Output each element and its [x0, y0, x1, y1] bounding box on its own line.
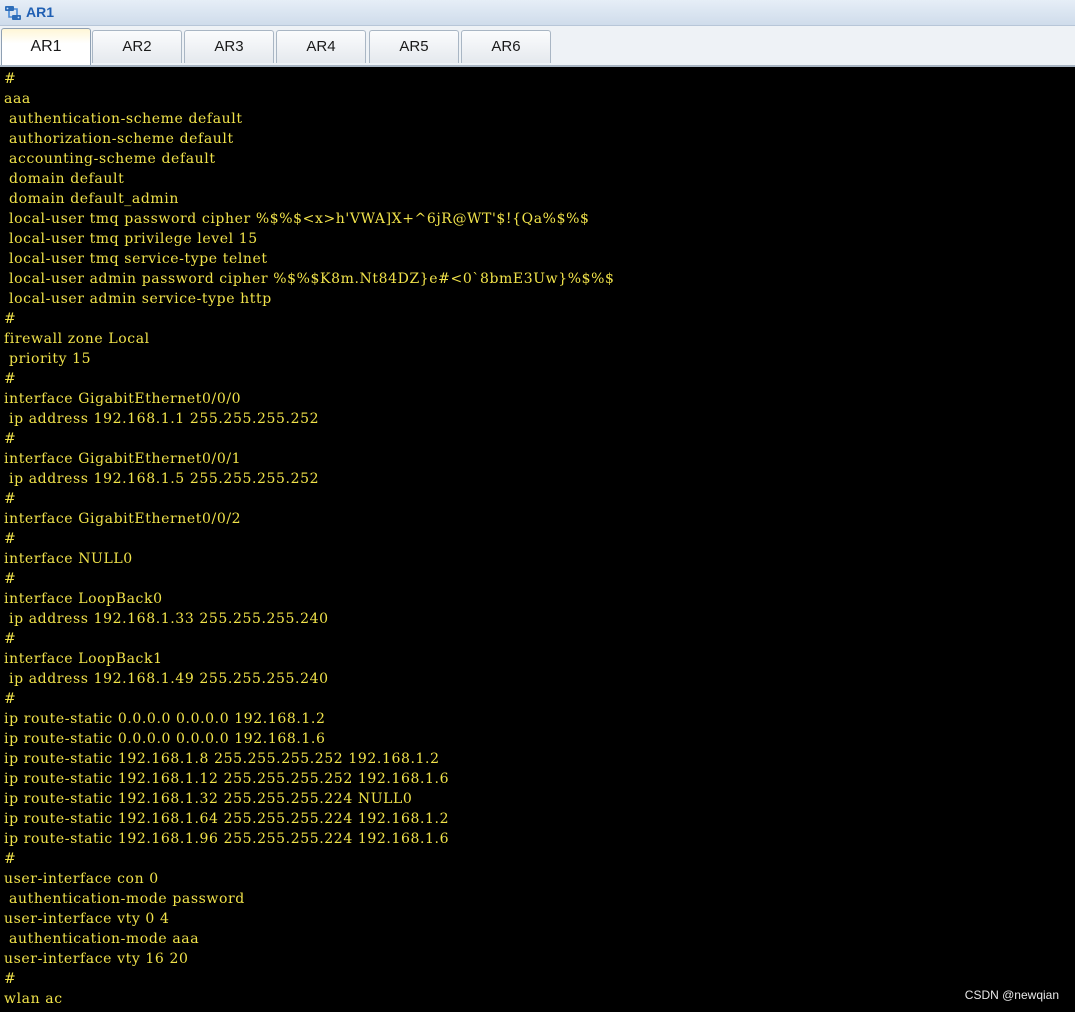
config-line: ip route-static 192.168.1.96 255.255.255… — [4, 831, 450, 847]
device-tab-bar: AR1 AR2 AR3 AR4 AR5 AR6 — [0, 26, 1075, 67]
config-line: authentication-scheme default — [4, 111, 243, 127]
config-line: ip address 192.168.1.5 255.255.255.252 — [4, 471, 320, 487]
config-line: # — [4, 491, 17, 507]
config-line: interface NULL0 — [4, 551, 133, 567]
config-line: # — [4, 431, 17, 447]
config-line: # — [4, 971, 17, 987]
tab-ar4[interactable]: AR4 — [276, 30, 366, 63]
config-line: ip route-static 0.0.0.0 0.0.0.0 192.168.… — [4, 731, 326, 747]
config-line: # — [4, 311, 17, 327]
config-line: # — [4, 571, 17, 587]
config-line: local-user admin service-type http — [4, 291, 272, 307]
window-title: AR1 — [26, 4, 55, 20]
tab-ar5[interactable]: AR5 — [369, 30, 459, 63]
config-line: ip route-static 192.168.1.64 255.255.255… — [4, 811, 450, 827]
config-line: accounting-scheme default — [4, 151, 216, 167]
config-line: local-user tmq service-type telnet — [4, 251, 268, 267]
tab-ar3[interactable]: AR3 — [184, 30, 274, 63]
config-line: authorization-scheme default — [4, 131, 234, 147]
config-line: wlan ac — [4, 991, 63, 1007]
config-line: ip address 192.168.1.1 255.255.255.252 — [4, 411, 320, 427]
tab-ar2[interactable]: AR2 — [92, 30, 182, 63]
terminal-output[interactable]: # aaa authentication-scheme default autho… — [0, 67, 1075, 1012]
config-line: ip address 192.168.1.33 255.255.255.240 — [4, 611, 329, 627]
config-line: # — [4, 531, 17, 547]
config-line: ip route-static 192.168.1.8 255.255.255.… — [4, 751, 440, 767]
console-window: AR1 AR1 AR2 AR3 AR4 AR5 AR6 # aaa authent… — [0, 0, 1075, 1012]
title-bar[interactable]: AR1 — [0, 0, 1075, 26]
config-line: user-interface con 0 — [4, 871, 159, 887]
config-line: local-user tmq password cipher %$%$<x>h'… — [4, 211, 590, 227]
config-line: ip route-static 192.168.1.12 255.255.255… — [4, 771, 450, 787]
config-line: interface LoopBack0 — [4, 591, 163, 607]
tab-ar1[interactable]: AR1 — [1, 28, 91, 65]
config-line: domain default — [4, 171, 125, 187]
config-line: local-user tmq privilege level 15 — [4, 231, 258, 247]
config-line: # — [4, 371, 17, 387]
config-lines: # aaa authentication-scheme default autho… — [4, 69, 615, 1012]
config-line: local-user admin password cipher %$%$K8m… — [4, 271, 615, 287]
config-line: interface GigabitEthernet0/0/0 — [4, 391, 242, 407]
config-line: aaa — [4, 91, 31, 107]
config-line: interface GigabitEthernet0/0/1 — [4, 451, 242, 467]
config-line: interface GigabitEthernet0/0/2 — [4, 511, 242, 527]
config-line: # — [4, 851, 17, 867]
config-line: user-interface vty 16 20 — [4, 951, 189, 967]
network-device-icon — [5, 6, 21, 20]
watermark: CSDN @newqian — [964, 988, 1059, 1002]
tab-ar6[interactable]: AR6 — [461, 30, 551, 63]
config-line: firewall zone Local — [4, 331, 150, 347]
config-line: authentication-mode aaa — [4, 931, 200, 947]
config-line: user-interface vty 0 4 — [4, 911, 170, 927]
config-line: # — [4, 631, 17, 647]
config-line: # — [4, 691, 17, 707]
config-line: ip route-static 192.168.1.32 255.255.255… — [4, 791, 413, 807]
config-line: priority 15 — [4, 351, 92, 367]
config-line: ip address 192.168.1.49 255.255.255.240 — [4, 671, 329, 687]
config-line: authentication-mode password — [4, 891, 245, 907]
config-line: # — [4, 71, 17, 87]
config-line: interface LoopBack1 — [4, 651, 163, 667]
config-line: domain default_admin — [4, 191, 179, 207]
config-line: ip route-static 0.0.0.0 0.0.0.0 192.168.… — [4, 711, 326, 727]
